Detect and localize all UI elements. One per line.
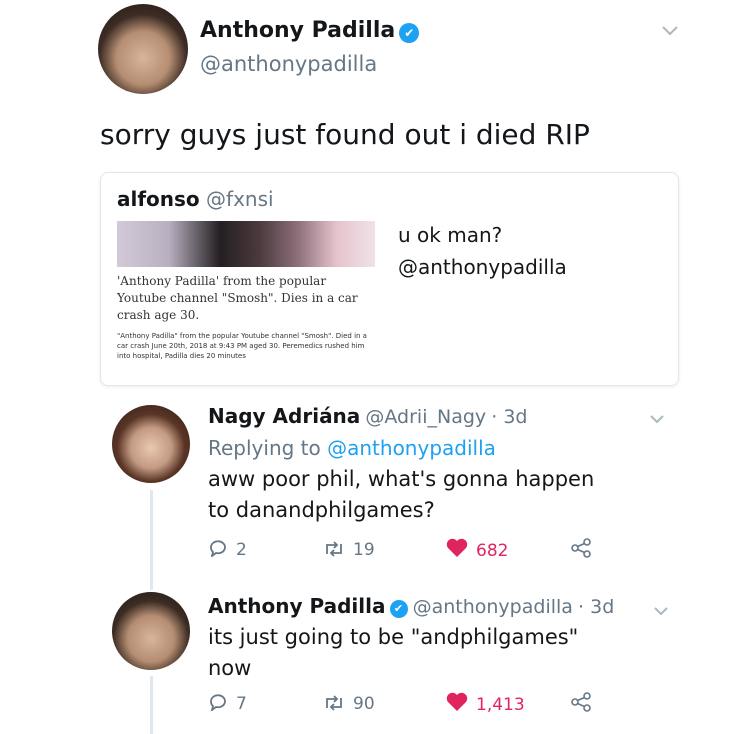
reply1-avatar[interactable] [112,405,190,483]
news-body: "Anthony Padilla" from the popular Youtu… [117,332,367,360]
reply1-header: Nagy Adriána @Adrii_Nagy · 3d [208,404,527,428]
thread-line [150,676,153,734]
author-avatar[interactable] [98,4,188,94]
thread-line [150,490,153,590]
reply1-handle[interactable]: @Adrii_Nagy [365,406,486,428]
retweet-button[interactable]: 19 [323,538,375,562]
replying-prefix: Replying to [208,436,321,460]
reply1-time[interactable]: · 3d [491,406,527,428]
like-button[interactable]: 682 [446,538,508,564]
quoted-text-line1: u ok man? [398,223,503,247]
news-headline: 'Anthony Padilla' from the popular Youtu… [117,274,358,322]
verified-badge-icon: ✔ [389,599,408,618]
reply-button[interactable]: 2 [208,538,247,562]
news-image [117,221,375,267]
reply-button[interactable]: 7 [208,692,247,716]
retweet-icon [323,692,345,716]
retweet-button[interactable]: 90 [323,692,375,716]
reply2-handle[interactable]: @anthonypadilla [413,596,573,618]
like-button[interactable]: 1,413 [446,692,525,718]
reply1-text: aww poor phil, what's gonna happen to da… [208,467,595,522]
retweet-count: 90 [353,694,375,714]
quoted-author-row: alfonso @fxnsi [117,187,274,211]
reply2-name[interactable]: Anthony Padilla [208,594,386,618]
reply2-header: Anthony Padilla ✔ @anthonypadilla · 3d [208,594,614,618]
share-button[interactable] [570,692,592,717]
reply-count: 2 [236,540,247,560]
quoted-text-line2: @anthonypadilla [398,255,567,279]
reply-icon [208,692,228,716]
share-icon [570,538,592,563]
replying-to-link[interactable]: @anthonypadilla [327,436,496,460]
reply1-actions: 2 19 682 [208,538,608,562]
reply-icon [208,538,228,562]
heart-icon [446,692,468,718]
retweet-count: 19 [353,540,375,560]
reply1-replying-to: Replying to @anthonypadilla [208,436,496,460]
heart-icon [446,538,468,564]
share-button[interactable] [570,538,592,563]
reply2-time[interactable]: · 3d [578,596,614,618]
like-count: 682 [476,541,509,561]
reply2-avatar[interactable] [112,592,190,670]
reply2-text: its just going to be "andphilgames" now [208,625,579,680]
retweet-icon [323,538,345,562]
chevron-down-icon[interactable] [654,600,668,621]
share-icon [570,692,592,717]
author-handle[interactable]: @anthonypadilla [200,52,377,76]
quoted-author-handle: @fxnsi [206,187,274,211]
chevron-down-icon[interactable] [662,20,678,41]
reply1-name[interactable]: Nagy Adriána [208,404,360,428]
reply2-actions: 7 90 1,413 [208,692,608,716]
tweet-text: sorry guys just found out i died RIP [100,118,590,151]
author-name-row: Anthony Padilla ✔ [200,18,420,43]
verified-badge-icon: ✔ [399,22,420,43]
author-name[interactable]: Anthony Padilla [200,18,395,43]
quoted-author-name: alfonso [117,187,200,211]
quoted-tweet-card[interactable]: alfonso @fxnsi 'Anthony Padilla' from th… [100,172,679,386]
chevron-down-icon[interactable] [650,408,664,429]
like-count: 1,413 [476,695,525,715]
reply-count: 7 [236,694,247,714]
